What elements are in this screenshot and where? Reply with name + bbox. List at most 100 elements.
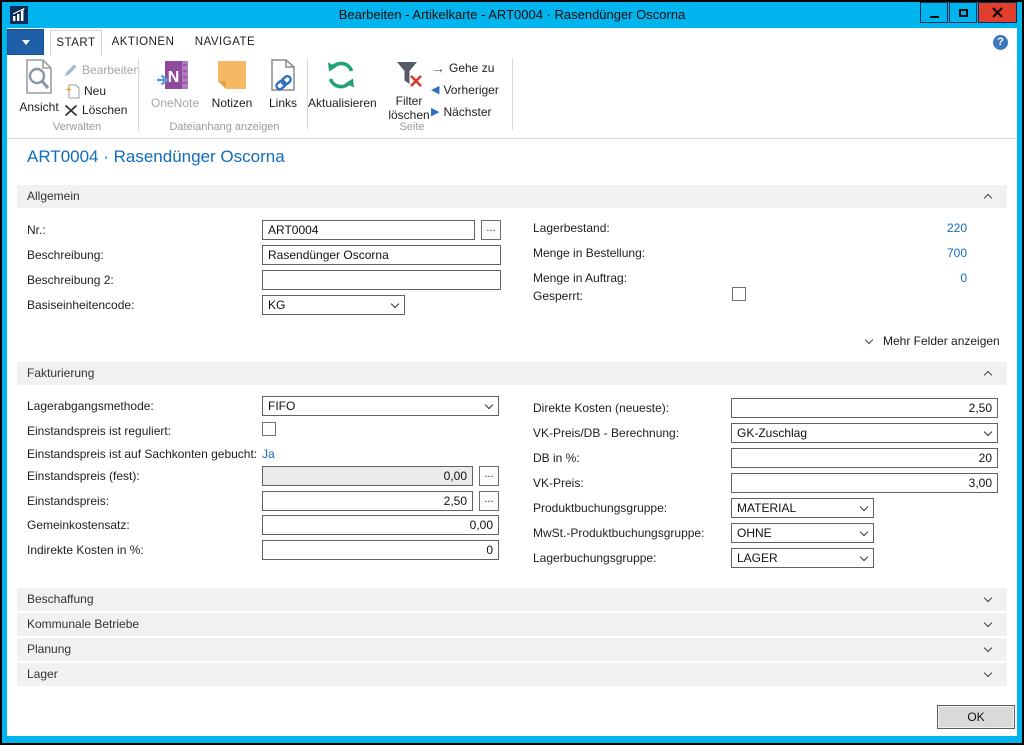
mehr-felder-anzeigen[interactable]: Mehr Felder anzeigen xyxy=(883,334,1000,348)
application-menu-button[interactable] xyxy=(7,29,44,55)
chevron-up-icon xyxy=(984,371,992,379)
sticky-note-icon xyxy=(216,59,248,91)
close-button[interactable] xyxy=(978,2,1017,23)
beschreibung-label: Beschreibung: xyxy=(27,248,104,262)
tab-aktionen[interactable]: AKTIONEN xyxy=(108,30,178,55)
vk-preis-input[interactable] xyxy=(731,473,998,493)
gemeinkostensatz-input[interactable] xyxy=(262,515,499,535)
tab-navigate[interactable]: NAVIGATE xyxy=(190,30,260,55)
vk-preis-label: VK-Preis: xyxy=(533,476,584,490)
section-header-fakturierung[interactable]: Fakturierung xyxy=(17,362,1007,385)
vorheriger-button[interactable]: ◀ Vorheriger xyxy=(431,83,499,97)
group-label-verwalten: Verwalten xyxy=(17,121,137,133)
chevron-down-icon xyxy=(984,644,992,652)
section-header-lager[interactable]: Lager xyxy=(17,663,1007,686)
beschreibung2-input[interactable] xyxy=(262,270,501,290)
titlebar: Bearbeiten - Artikelkarte - ART0004 · Ra… xyxy=(2,2,1022,28)
einstandspreis-assist-button[interactable]: ... xyxy=(479,491,499,511)
basiseinheitencode-label: Basiseinheitencode: xyxy=(27,298,134,312)
chevron-down-icon xyxy=(984,619,992,627)
filter-loeschen-button[interactable]: Filter löschen xyxy=(384,59,434,122)
lagerabgangsmethode-combo[interactable]: FIFO xyxy=(262,396,499,416)
aktualisieren-button[interactable]: Aktualisieren xyxy=(308,59,374,110)
loeschen-button[interactable]: Löschen xyxy=(64,103,127,117)
vk-preis-db-combo[interactable]: GK-Zuschlag xyxy=(731,423,998,443)
indirekte-kosten-input[interactable] xyxy=(262,540,499,560)
menge-bestellung-label: Menge in Bestellung: xyxy=(533,246,645,260)
fest-input[interactable] xyxy=(262,466,473,486)
gemeinkostensatz-label: Gemeinkostensatz: xyxy=(27,518,130,532)
menge-auftrag-value-link[interactable]: 0 xyxy=(867,271,967,285)
svg-text:N: N xyxy=(168,69,180,86)
reguliert-checkbox[interactable] xyxy=(262,422,276,436)
gehe-zu-button[interactable]: → Gehe zu xyxy=(431,61,494,75)
mwst-produktbuchungsgruppe-label: MwSt.-Produktbuchungsgruppe: xyxy=(533,526,704,540)
produktbuchungsgruppe-combo[interactable]: MATERIAL xyxy=(731,498,874,518)
chevron-down-icon xyxy=(860,553,868,561)
nr-label: Nr.: xyxy=(27,223,46,237)
lagerbuchungsgruppe-combo[interactable]: LAGER xyxy=(731,548,874,568)
direkte-kosten-input[interactable] xyxy=(731,398,998,418)
notizen-button[interactable]: Notizen xyxy=(205,59,259,110)
ribbon-bottom-divider xyxy=(7,138,1017,139)
einstandspreis-input[interactable] xyxy=(262,491,473,511)
bearbeiten-button[interactable]: Bearbeiten xyxy=(64,63,140,77)
nr-assist-button[interactable]: ... xyxy=(481,220,501,240)
direkte-kosten-label: Direkte Kosten (neueste): xyxy=(533,401,669,415)
gesperrt-checkbox[interactable] xyxy=(732,287,746,301)
sachkonten-label: Einstandspreis ist auf Sachkonten gebuch… xyxy=(27,447,257,461)
close-icon xyxy=(992,7,1003,18)
chevron-up-icon xyxy=(984,194,992,202)
db-in-prozent-input[interactable] xyxy=(731,448,998,468)
menge-auftrag-label: Menge in Auftrag: xyxy=(533,271,627,285)
window-title: Bearbeiten - Artikelkarte - ART0004 · Ra… xyxy=(2,2,1022,28)
chevron-down-icon xyxy=(391,300,399,308)
chevron-down-icon xyxy=(485,401,493,409)
new-page-icon xyxy=(64,83,80,99)
help-button[interactable]: ? xyxy=(993,35,1008,50)
section-header-allgemein[interactable]: Allgemein xyxy=(17,185,1007,208)
chevron-down-icon xyxy=(984,669,992,677)
naechster-button[interactable]: ▶ Nächster xyxy=(431,105,492,119)
group-label-dateianhang: Dateianhang anzeigen xyxy=(142,121,307,133)
section-header-kommunale-betriebe[interactable]: Kommunale Betriebe xyxy=(17,613,1007,636)
link-chain-icon xyxy=(270,59,297,91)
beschreibung-input[interactable] xyxy=(262,245,501,265)
menge-bestellung-value-link[interactable]: 700 xyxy=(867,246,967,260)
onenote-icon: N xyxy=(157,59,193,91)
fest-assist-button[interactable]: ... xyxy=(479,466,499,486)
sachkonten-value-link[interactable]: Ja xyxy=(262,447,275,461)
ribbon-separator xyxy=(512,58,513,130)
ansicht-button[interactable]: Ansicht xyxy=(11,59,67,114)
ribbon-separator xyxy=(138,58,139,130)
db-in-prozent-label: DB in %: xyxy=(533,451,580,465)
onenote-button[interactable]: N OneNote xyxy=(149,59,201,110)
lagerbestand-value-link[interactable]: 220 xyxy=(867,221,967,235)
basiseinheitencode-combo[interactable]: KG xyxy=(262,295,405,315)
mwst-produktbuchungsgruppe-combo[interactable]: OHNE xyxy=(731,523,874,543)
section-header-beschaffung[interactable]: Beschaffung xyxy=(17,588,1007,611)
delete-x-icon xyxy=(64,104,78,117)
nr-input[interactable] xyxy=(262,220,475,240)
minimize-button[interactable] xyxy=(920,2,948,23)
chevron-down-icon xyxy=(22,40,30,45)
nav-window: { "colors": { "accent_cyan": "#00b5ee", … xyxy=(0,0,1024,745)
gesperrt-label: Gesperrt: xyxy=(533,289,583,303)
section-header-planung[interactable]: Planung xyxy=(17,638,1007,661)
refresh-icon xyxy=(324,59,358,91)
vk-preis-db-label: VK-Preis/DB - Berechnung: xyxy=(533,426,679,440)
reguliert-label: Einstandspreis ist reguliert: xyxy=(27,424,171,438)
triangle-right-icon: ▶ xyxy=(431,106,439,118)
maximize-button[interactable] xyxy=(949,2,977,23)
window-client-area: START AKTIONEN NAVIGATE ? Ansicht Bearbe… xyxy=(7,28,1017,736)
einstandspreis-label: Einstandspreis: xyxy=(27,494,109,508)
links-button[interactable]: Links xyxy=(263,59,303,110)
neu-button[interactable]: Neu xyxy=(64,83,106,99)
chevron-down-icon xyxy=(860,528,868,536)
page-title: ART0004 · Rasendünger Oscorna xyxy=(27,147,285,167)
tab-start[interactable]: START xyxy=(50,30,102,55)
ok-button[interactable]: OK xyxy=(937,705,1015,729)
lagerabgangsmethode-label: Lagerabgangsmethode: xyxy=(27,399,154,413)
chevron-down-icon xyxy=(865,336,873,344)
chevron-down-icon xyxy=(984,594,992,602)
